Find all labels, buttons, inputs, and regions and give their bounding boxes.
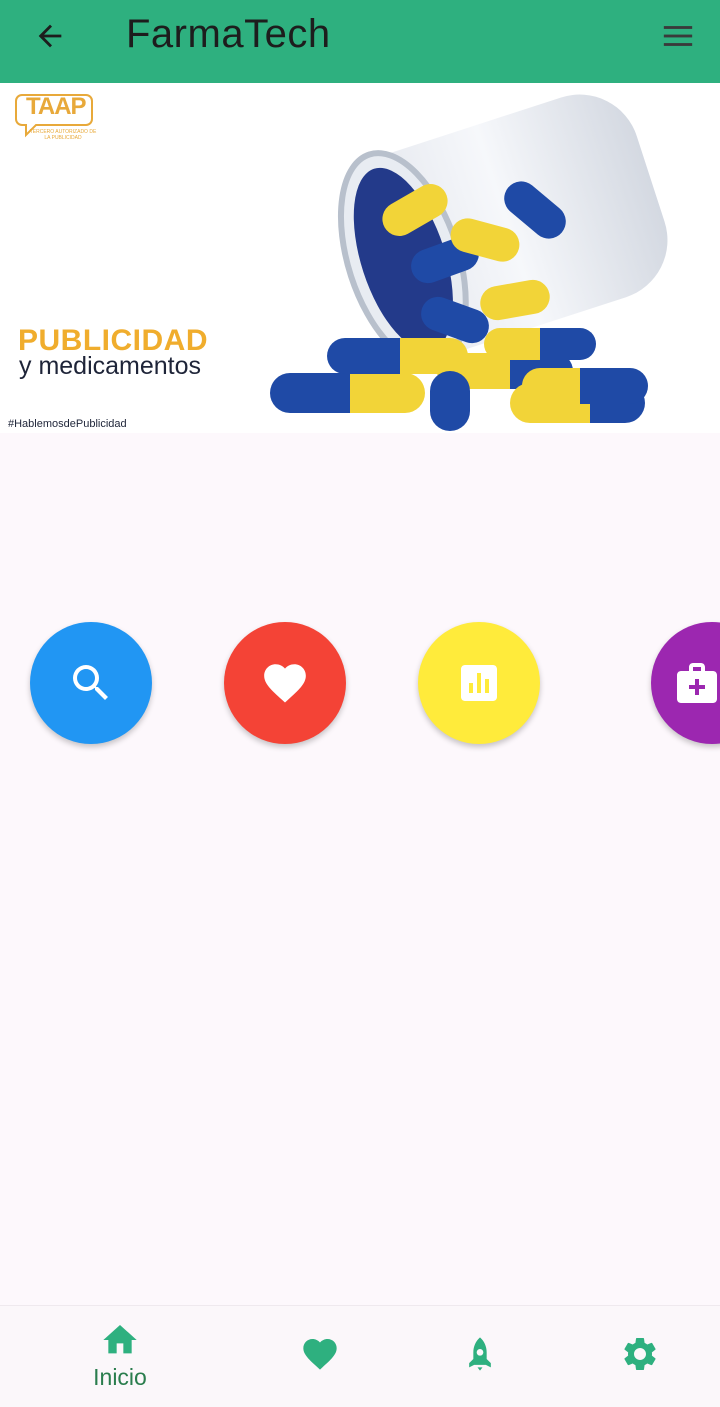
taap-logo: TAAP TERCERO AUTORIZADO DE LA PUBLICIDAD: [14, 89, 96, 149]
heart-icon: [264, 664, 306, 703]
banner-hashtag: #HablemosdePublicidad: [8, 418, 127, 430]
search-icon: [73, 665, 108, 700]
search-action-button[interactable]: [30, 622, 152, 744]
medical-action-button[interactable]: [651, 622, 720, 744]
nav-item-inicio[interactable]: Inicio: [60, 1306, 180, 1407]
medical-kit-icon: [677, 663, 717, 703]
back-button[interactable]: [28, 14, 72, 58]
banner-subheading: y medicamentos: [19, 352, 202, 380]
favorites-action-button[interactable]: [224, 622, 346, 744]
hamburger-menu-icon: [663, 26, 693, 46]
home-icon: [103, 1325, 137, 1354]
heart-icon: [303, 1339, 337, 1370]
rocket-icon: [469, 1337, 491, 1371]
bar-chart-icon: [461, 665, 497, 701]
bottom-navigation: Inicio: [0, 1305, 720, 1407]
app-bar: FarmaTech: [0, 0, 720, 83]
arrow-back-icon: [38, 24, 62, 48]
nav-item-settings[interactable]: [580, 1306, 700, 1407]
promo-banner: TAAP TERCERO AUTORIZADO DE LA PUBLICIDAD…: [0, 83, 720, 433]
app-root: FarmaTech TAAP TERCERO AUTORIZADO DE LA …: [0, 0, 720, 1407]
nav-item-favorites[interactable]: [260, 1306, 380, 1407]
menu-button[interactable]: [656, 14, 700, 58]
nav-label-inicio: Inicio: [93, 1364, 147, 1390]
gear-icon: [624, 1338, 656, 1370]
stats-action-button[interactable]: [418, 622, 540, 744]
nav-item-rocket[interactable]: [420, 1306, 540, 1407]
app-title: FarmaTech: [126, 12, 331, 56]
